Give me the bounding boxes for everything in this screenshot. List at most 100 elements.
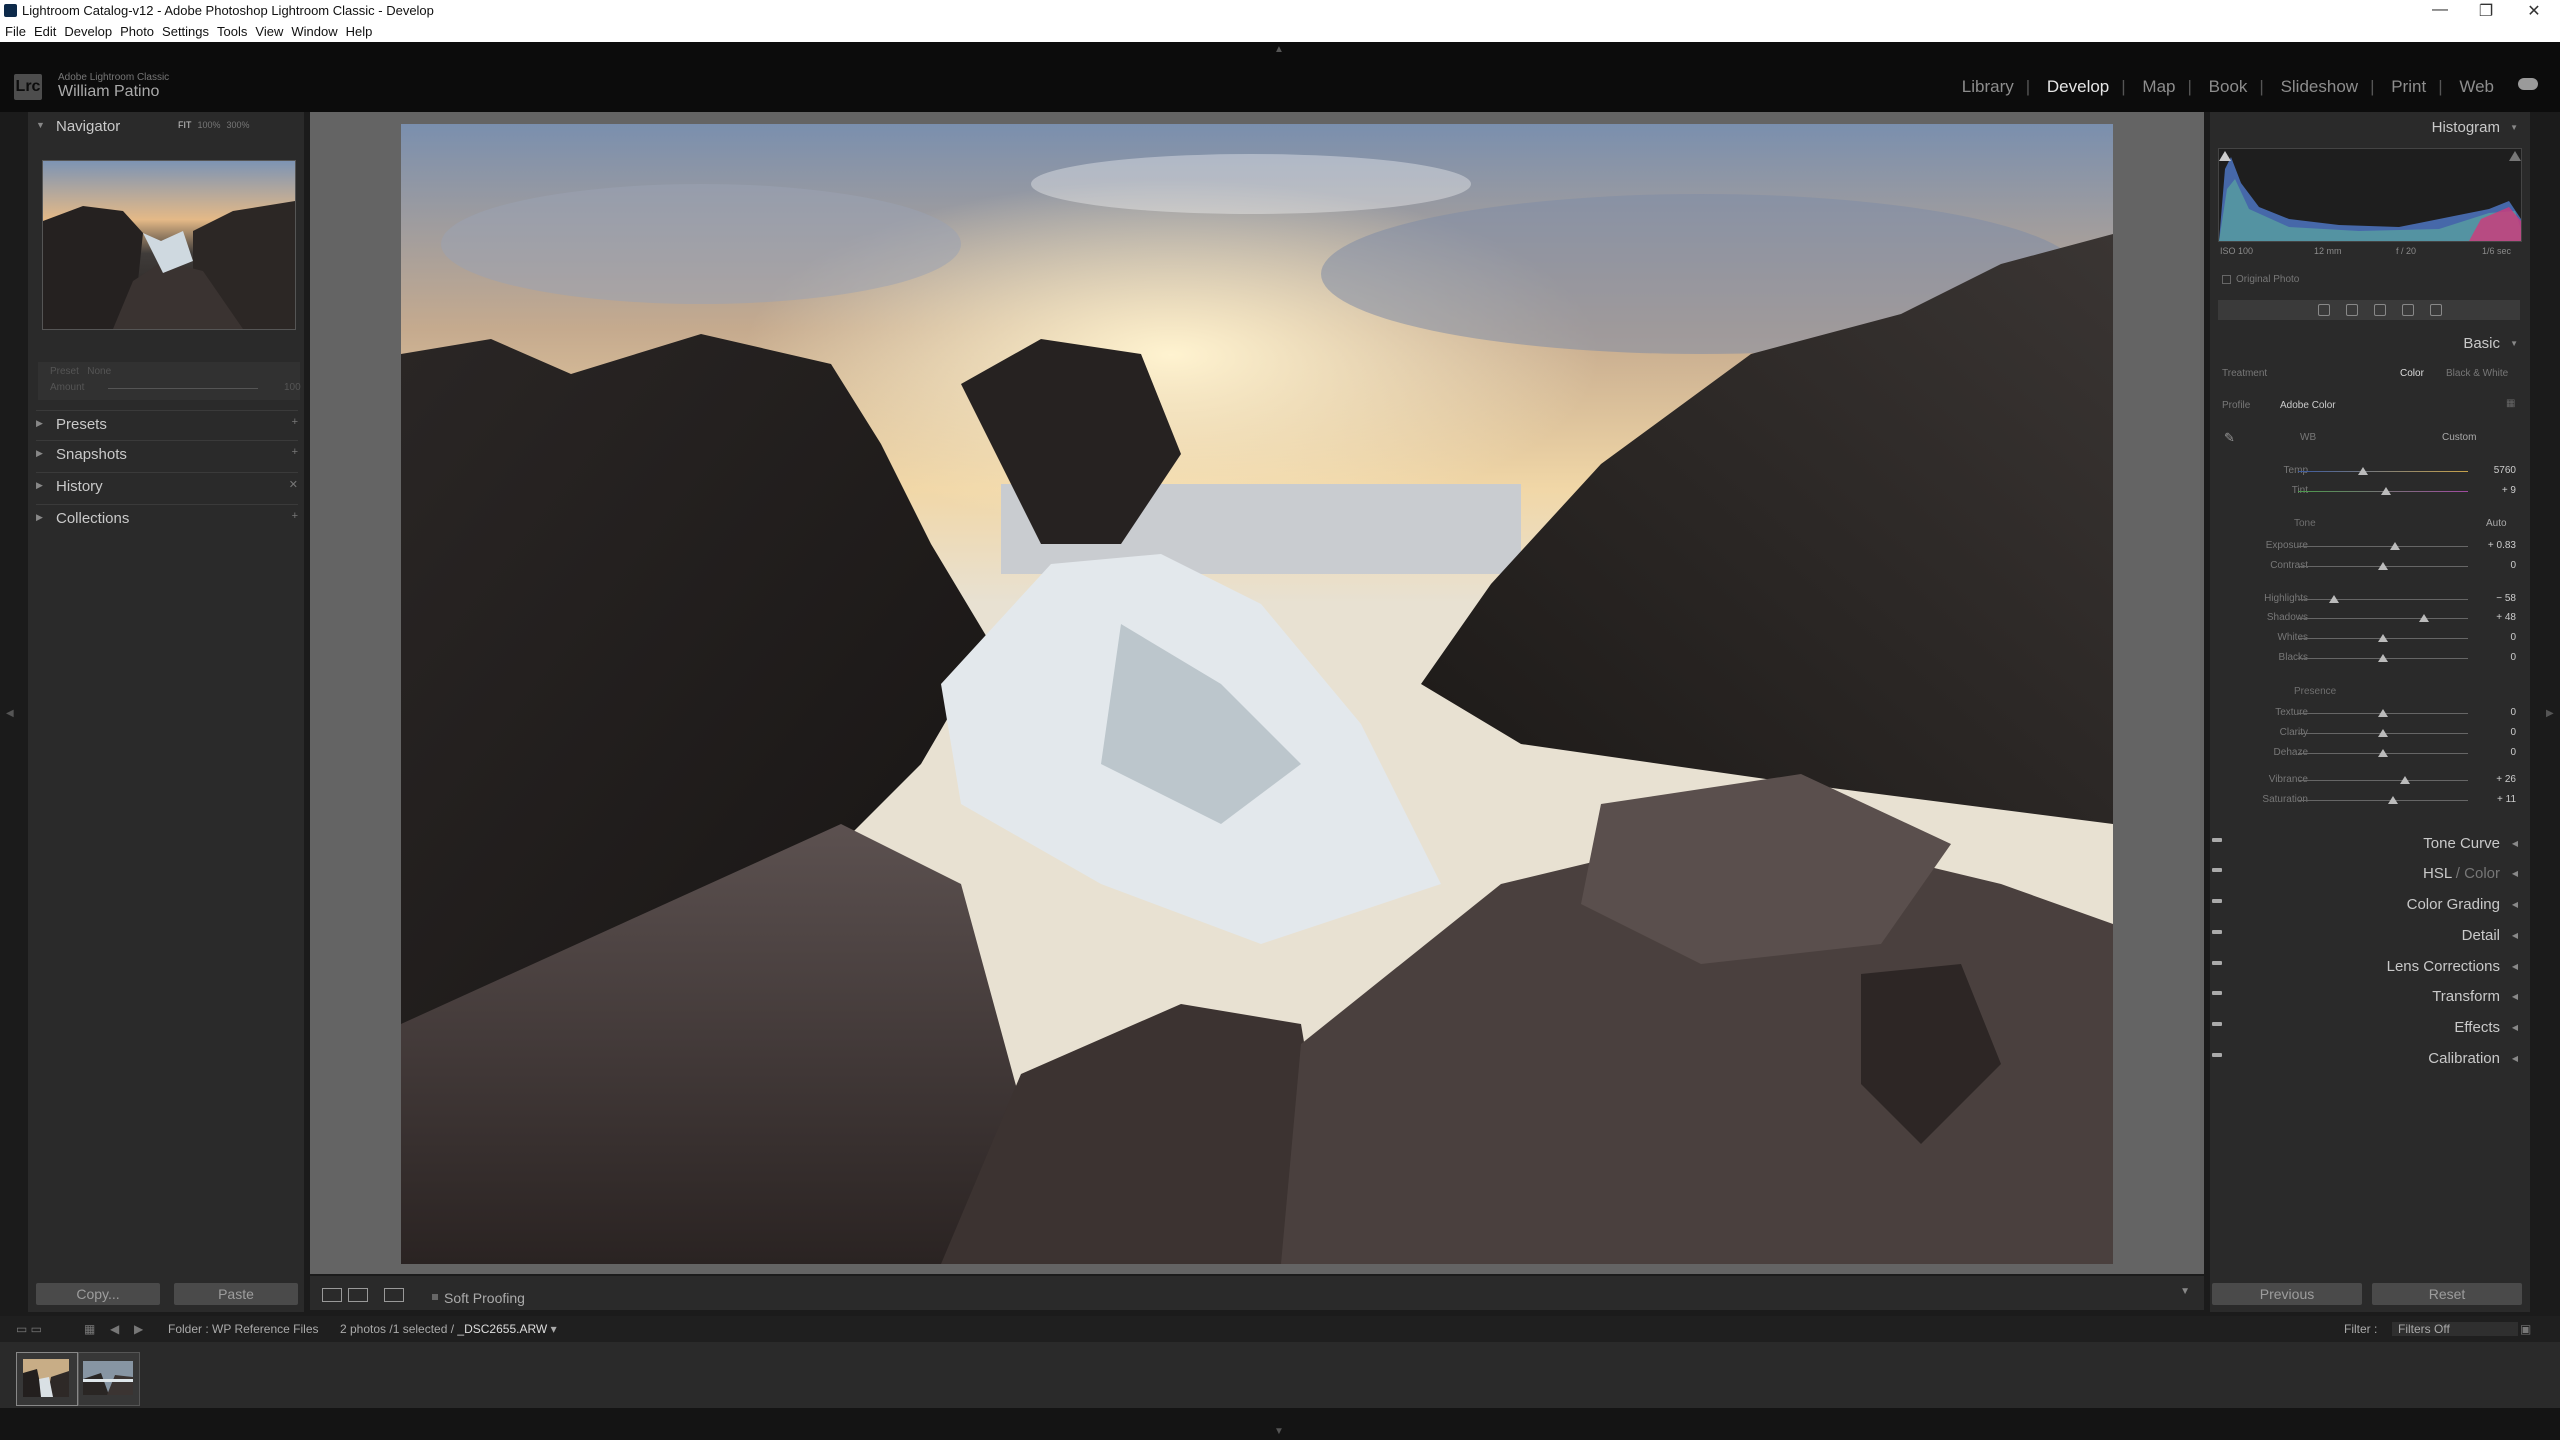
- slider-handle-4[interactable]: [2328, 594, 2339, 603]
- panel-toggle-icon[interactable]: [2212, 1053, 2222, 1057]
- copy-button[interactable]: Copy...: [36, 1283, 160, 1305]
- slider-handle-9[interactable]: [2378, 728, 2388, 737]
- panel-toggle-icon[interactable]: [2212, 1022, 2222, 1026]
- snapshots-header[interactable]: ▶ Snapshots +: [28, 442, 304, 468]
- maximize-button[interactable]: ❐: [2468, 1, 2504, 21]
- soft-proofing-checkbox[interactable]: [432, 1294, 438, 1300]
- slider-handle-6[interactable]: [2378, 634, 2388, 643]
- wb-dropdown[interactable]: Custom: [2442, 432, 2476, 443]
- module-web[interactable]: Web: [2459, 77, 2494, 96]
- slider-handle-3[interactable]: [2378, 562, 2388, 571]
- module-map[interactable]: Map: [2142, 77, 2175, 96]
- slider-handle-0[interactable]: [2357, 467, 2368, 476]
- profile-dropdown[interactable]: Adobe Color: [2280, 400, 2336, 411]
- panel-header-transform[interactable]: Transform ◀: [2210, 983, 2530, 1011]
- zoom-fit[interactable]: FIT: [178, 120, 192, 130]
- collections-header[interactable]: ▶ Collections +: [28, 506, 304, 532]
- slider-handle-8[interactable]: [2378, 709, 2388, 718]
- zoom-300[interactable]: 300%: [227, 120, 250, 130]
- slider-handle-2[interactable]: [2389, 542, 2400, 551]
- slider-handle-5[interactable]: [2418, 614, 2429, 623]
- panel-header-effects[interactable]: Effects ◀: [2210, 1014, 2530, 1042]
- before-after-split-icon[interactable]: [384, 1288, 404, 1302]
- healing-icon[interactable]: [2374, 304, 2386, 316]
- slider-value-11[interactable]: + 26: [2476, 774, 2516, 785]
- module-book[interactable]: Book: [2209, 77, 2248, 96]
- slider-value-0[interactable]: 5760: [2476, 465, 2516, 476]
- profile-browser-icon[interactable]: ▦: [2506, 398, 2515, 409]
- slider-track-5[interactable]: [2298, 618, 2468, 620]
- slider-value-1[interactable]: + 9: [2476, 485, 2516, 496]
- menu-file[interactable]: File: [0, 22, 29, 39]
- menu-window[interactable]: Window: [286, 22, 340, 39]
- paste-button[interactable]: Paste: [174, 1283, 298, 1305]
- previous-button[interactable]: Previous: [2212, 1283, 2362, 1305]
- loupe-view-icon[interactable]: [322, 1288, 342, 1302]
- amount-slider[interactable]: [108, 388, 258, 389]
- edit-sliders-icon[interactable]: [2318, 304, 2330, 316]
- menu-tools[interactable]: Tools: [212, 22, 250, 39]
- original-photo-checkbox[interactable]: [2222, 275, 2231, 284]
- minimize-button[interactable]: —: [2422, 1, 2458, 19]
- slider-track-12[interactable]: [2298, 800, 2468, 801]
- history-header[interactable]: ▶ History ✕: [28, 474, 304, 500]
- slider-value-12[interactable]: + 11: [2476, 794, 2516, 805]
- wb-eyedropper-icon[interactable]: ✎: [2224, 430, 2235, 446]
- panel-toggle-icon[interactable]: [2212, 991, 2222, 995]
- slider-value-6[interactable]: 0: [2476, 632, 2516, 643]
- panel-header-hsl[interactable]: HSL / Color ◀: [2210, 860, 2530, 888]
- left-panel-toggle-icon[interactable]: ◀: [6, 708, 14, 719]
- red-eye-icon[interactable]: [2402, 304, 2414, 316]
- module-develop[interactable]: Develop: [2047, 77, 2109, 96]
- slider-value-9[interactable]: 0: [2476, 727, 2516, 738]
- panel-toggle-icon[interactable]: [2212, 899, 2222, 903]
- nav-back-icon[interactable]: ◀: [110, 1322, 119, 1336]
- menu-edit[interactable]: Edit: [29, 22, 59, 39]
- filmstrip-toggle-icon[interactable]: ▼: [1274, 1426, 1284, 1437]
- slider-track-11[interactable]: [2298, 780, 2468, 782]
- navigator-header[interactable]: ▼ Navigator FIT 100% 300%: [28, 114, 304, 140]
- slider-track-4[interactable]: [2298, 598, 2468, 600]
- basic-header[interactable]: Basic ▼: [2210, 330, 2530, 358]
- add-snapshot-icon[interactable]: +: [292, 446, 298, 458]
- menu-help[interactable]: Help: [341, 22, 376, 39]
- panel-toggle-icon[interactable]: [2212, 930, 2222, 934]
- module-slideshow[interactable]: Slideshow: [2281, 77, 2359, 96]
- main-photo[interactable]: [401, 124, 2113, 1264]
- panel-toggle-icon[interactable]: [2212, 868, 2222, 872]
- nav-forward-icon[interactable]: ▶: [134, 1322, 143, 1336]
- masking-icon[interactable]: [2430, 304, 2442, 316]
- secondary-display-icon[interactable]: ▭ ▭: [16, 1322, 42, 1336]
- right-panel-toggle-icon[interactable]: ▶: [2546, 708, 2554, 719]
- slider-value-2[interactable]: + 0.83: [2476, 540, 2516, 551]
- treatment-bw[interactable]: Black & White: [2446, 368, 2508, 379]
- panel-header-color-grading[interactable]: Color Grading ◀: [2210, 891, 2530, 919]
- cloud-sync-icon[interactable]: [2518, 78, 2538, 90]
- panel-toggle-icon[interactable]: [2212, 961, 2222, 965]
- auto-tone-button[interactable]: Auto: [2486, 518, 2507, 529]
- filmstrip-thumbnail-2[interactable]: [78, 1352, 140, 1406]
- menu-settings[interactable]: Settings: [157, 22, 212, 39]
- panel-toggle-icon[interactable]: [2212, 838, 2222, 842]
- slider-value-3[interactable]: 0: [2476, 560, 2516, 571]
- slider-handle-7[interactable]: [2378, 653, 2388, 662]
- histogram-header[interactable]: Histogram ▼: [2210, 114, 2530, 142]
- grid-view-icon[interactable]: ▦: [84, 1322, 95, 1336]
- panel-header-detail[interactable]: Detail ◀: [2210, 922, 2530, 950]
- reset-button[interactable]: Reset: [2372, 1283, 2522, 1305]
- slider-value-7[interactable]: 0: [2476, 652, 2516, 663]
- slider-track-2[interactable]: [2298, 546, 2468, 548]
- treatment-color[interactable]: Color: [2400, 368, 2424, 379]
- slider-handle-11[interactable]: [2400, 776, 2411, 785]
- menu-photo[interactable]: Photo: [115, 22, 157, 39]
- crop-icon[interactable]: [2346, 304, 2358, 316]
- filter-lock-icon[interactable]: ▣: [2520, 1322, 2531, 1336]
- slider-value-8[interactable]: 0: [2476, 707, 2516, 718]
- panel-header-lens-corrections[interactable]: Lens Corrections ◀: [2210, 953, 2530, 981]
- slider-value-5[interactable]: + 48: [2476, 612, 2516, 623]
- presets-header[interactable]: ▶ Presets +: [28, 412, 304, 438]
- slider-handle-12[interactable]: [2388, 796, 2399, 804]
- slider-handle-1[interactable]: [2381, 486, 2392, 495]
- menu-develop[interactable]: Develop: [59, 22, 115, 39]
- menu-view[interactable]: View: [250, 22, 286, 39]
